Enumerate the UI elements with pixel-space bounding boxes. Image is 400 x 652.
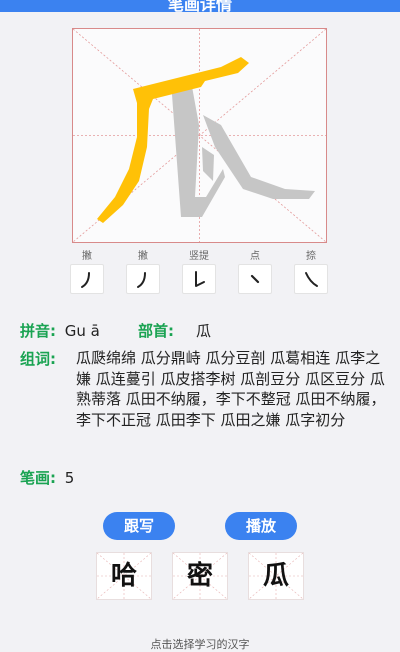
- stroke-order-list: 撇 撇 竖提 点 捺: [0, 250, 400, 300]
- stroke-card[interactable]: [294, 264, 328, 294]
- stroke-count-value: 5: [64, 469, 75, 487]
- header-bar: 笔画详情: [0, 0, 400, 12]
- stroke-count-label: 笔画:: [20, 469, 56, 487]
- stroke-item[interactable]: 撇: [70, 250, 104, 294]
- character-glyph-gray: [171, 81, 315, 217]
- character-choice[interactable]: 瓜: [248, 552, 304, 600]
- stroke-count-row: 笔画: 5: [20, 467, 390, 488]
- stroke-card[interactable]: [238, 264, 272, 294]
- character-choice-text: 瓜: [262, 561, 289, 591]
- pinyin-label: 拼音:: [20, 322, 56, 340]
- words-label: 组词:: [20, 350, 56, 368]
- play-button[interactable]: 播放: [225, 512, 297, 540]
- stroke-item[interactable]: 捺: [294, 250, 328, 294]
- character-choice-text: 哈: [110, 561, 137, 591]
- words-value: 瓜瓞绵绵 瓜分鼎峙 瓜分豆剖 瓜葛相连 瓜李之嫌 瓜连蔓引 瓜皮搭李树 瓜剖豆分…: [76, 349, 386, 429]
- stroke-name: 撇: [138, 251, 148, 262]
- stroke-card[interactable]: [70, 264, 104, 294]
- stroke-card[interactable]: [126, 264, 160, 294]
- page-title: 笔画详情: [167, 0, 232, 12]
- trace-button[interactable]: 跟写: [103, 512, 175, 540]
- stroke-name: 撇: [82, 251, 92, 262]
- stroke-item[interactable]: 点: [238, 250, 272, 294]
- pinyin-value: Gu ā: [64, 322, 100, 340]
- character-choice-text: 密: [186, 561, 213, 591]
- stroke-name: 竖提: [189, 251, 209, 262]
- stroke-item[interactable]: 撇: [126, 250, 160, 294]
- writing-grid: [72, 28, 327, 243]
- character-choice[interactable]: 哈: [96, 552, 152, 600]
- stroke-item[interactable]: 竖提: [182, 250, 216, 294]
- character-choice[interactable]: 密: [172, 552, 228, 600]
- stroke-card[interactable]: [182, 264, 216, 294]
- pinyin-row: 拼音: Gu ā 部首: 瓜: [20, 320, 390, 341]
- stroke-name: 点: [250, 251, 260, 262]
- stroke-name: 捺: [306, 251, 316, 262]
- radical-value: 瓜: [196, 322, 212, 340]
- radical-label: 部首:: [138, 322, 174, 340]
